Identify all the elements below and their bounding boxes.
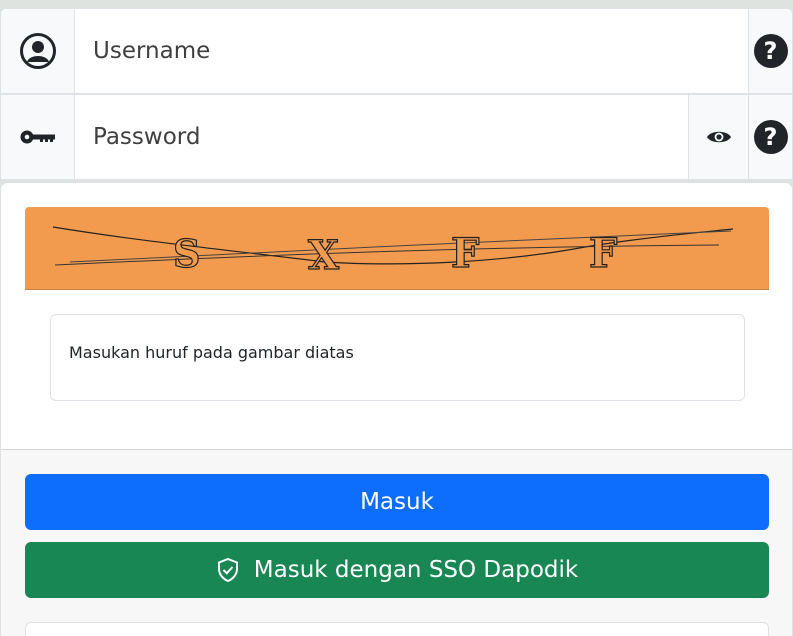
username-input[interactable]: Username	[75, 9, 748, 93]
username-help-addon[interactable]: ?	[748, 9, 792, 93]
shield-check-icon	[217, 557, 238, 583]
card-footer: Masuk Masuk dengan SSO Dapodik	[1, 449, 792, 636]
captcha-image[interactable]: S X F F	[25, 207, 769, 290]
sso-login-button[interactable]: Masuk dengan SSO Dapodik	[25, 542, 769, 598]
username-addon	[1, 9, 75, 93]
captcha-letter: F	[589, 230, 617, 277]
toggle-password-button[interactable]	[688, 95, 748, 179]
question-circle-icon[interactable]: ?	[753, 34, 788, 68]
captcha-letter: F	[451, 230, 479, 277]
question-circle-icon[interactable]: ?	[753, 120, 788, 154]
sso-login-button-label: Masuk dengan SSO Dapodik	[253, 557, 579, 583]
key-icon	[20, 130, 55, 144]
login-button-label: Masuk	[360, 489, 434, 515]
user-circle-icon	[19, 33, 56, 69]
password-input[interactable]: Password	[75, 95, 688, 179]
captcha-card: S X F F Masukan huruf pada gambar diatas…	[0, 182, 793, 636]
eye-icon[interactable]	[706, 128, 732, 146]
password-addon	[1, 95, 75, 179]
password-help-addon[interactable]: ?	[748, 95, 792, 179]
captcha-letter: S	[173, 231, 200, 276]
partial-element	[25, 622, 769, 636]
login-button[interactable]: Masuk	[25, 474, 769, 530]
captcha-letter: X	[308, 232, 339, 279]
captcha-graphic: S X F F	[52, 226, 734, 280]
username-group: Username ?	[0, 8, 793, 94]
captcha-input[interactable]: Masukan huruf pada gambar diatas	[50, 314, 745, 401]
password-group: Password ?	[0, 94, 793, 180]
